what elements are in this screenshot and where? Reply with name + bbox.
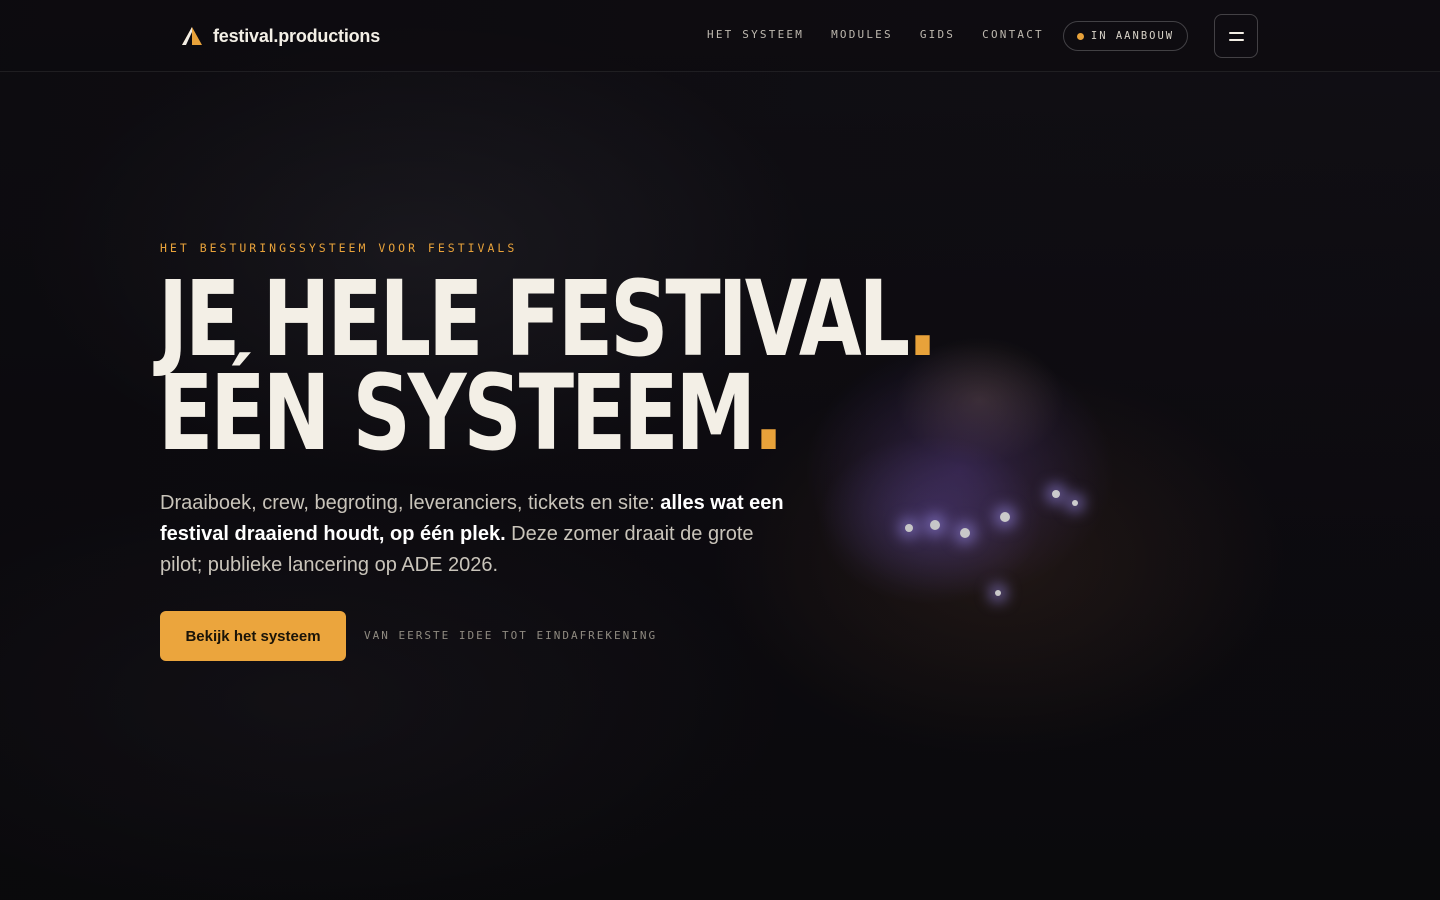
nav-link-gids[interactable]: GIDS [920,28,955,41]
triangle-logo-icon [182,27,202,45]
headline-accent-dot: . [753,352,784,474]
nav-link-het-systeem[interactable]: HET SYSTEEM [707,28,804,41]
headline-accent-dot: . [907,258,938,380]
hero-eyebrow: HET BESTURINGSSYSTEEM VOOR FESTIVALS [160,241,518,255]
hamburger-menu-icon [1228,31,1244,34]
menu-button[interactable] [1214,14,1258,58]
lede-text: Draaiboek, crew, begroting, leveranciers… [160,492,661,514]
hamburger-menu-icon [1228,38,1244,41]
headline-line-2-text: EÉN SYSTEEM [158,352,756,474]
site-header: festival.productions HET SYSTEEM MODULES… [0,0,1440,72]
view-system-button[interactable]: Bekijk het systeem [160,611,346,661]
cta-tagline: VAN EERSTE IDEE TOT EINDAFREKENING [364,629,658,642]
brand-name: festival.productions [213,25,381,46]
status-badge: IN AANBOUW [1063,21,1188,51]
hero-description: Draaiboek, crew, begroting, leveranciers… [160,488,800,581]
headline-line-2: EÉN SYSTEEM. [158,361,935,465]
nav-link-contact[interactable]: CONTACT [982,28,1044,41]
status-label: IN AANBOUW [1090,30,1175,42]
main-nav: HET SYSTEEM MODULES GIDS CONTACT [707,28,1044,41]
status-dot-icon [1076,32,1084,40]
nav-link-modules[interactable]: MODULES [831,28,893,41]
brand-logo-link[interactable]: festival.productions [181,22,380,50]
hero-headline: JE HELE FESTIVAL. EÉN SYSTEEM. [158,267,938,465]
